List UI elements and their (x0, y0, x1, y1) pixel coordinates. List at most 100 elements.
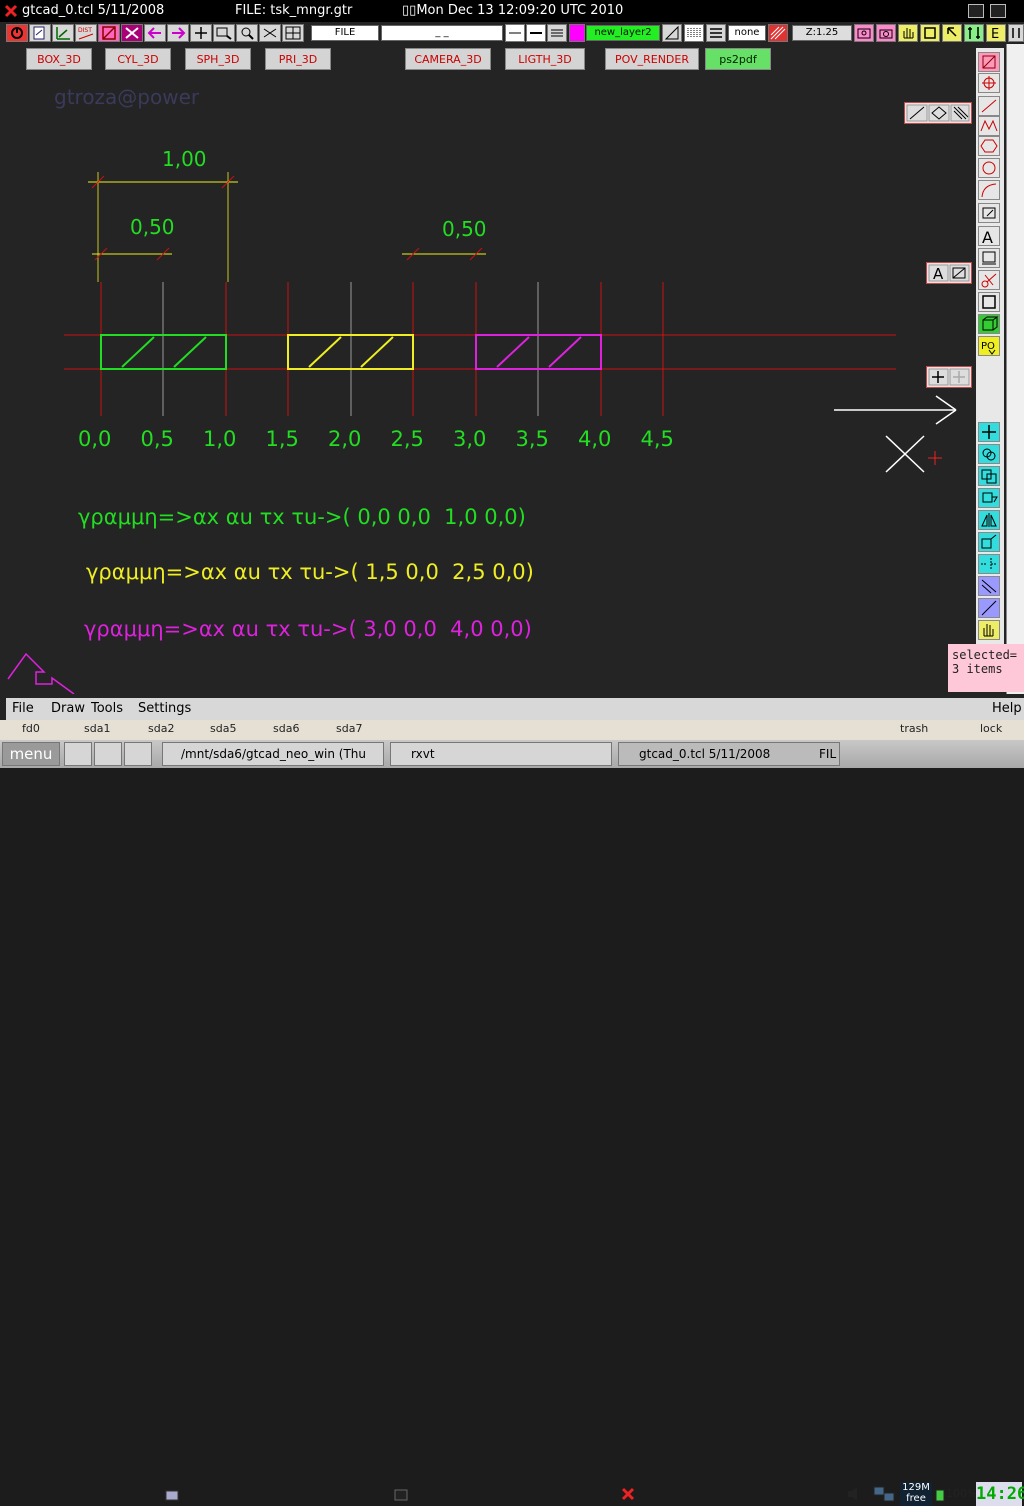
target-icon[interactable] (978, 73, 1000, 93)
menu-bar: File Draw Tools Settings Help (6, 698, 1024, 720)
copy-tool-icon[interactable] (978, 444, 1000, 464)
line-thin-icon[interactable] (505, 24, 525, 42)
right-tool-palette: A PO (976, 48, 1004, 648)
zoom-all-icon[interactable] (236, 24, 258, 42)
minimize-button[interactable] (968, 4, 984, 18)
menu-help[interactable]: Help (992, 701, 1022, 716)
workspace-1[interactable] (64, 742, 92, 766)
line-tool-icon[interactable] (978, 96, 1000, 116)
task-gtcad-suffix: FIL (819, 747, 837, 761)
desktop-item[interactable]: sda1 (84, 722, 110, 735)
network-icon[interactable] (872, 1485, 898, 1505)
redo-arrow-icon[interactable] (167, 24, 189, 42)
svg-text:PO: PO (981, 341, 995, 352)
polyline-tool-icon[interactable] (978, 116, 1000, 136)
erase-icon[interactable] (98, 24, 120, 42)
power-icon[interactable] (6, 24, 28, 42)
layer-name-field[interactable]: new_layer2 (586, 25, 660, 41)
menu-file[interactable]: File (12, 701, 34, 716)
pan-icon[interactable] (190, 24, 212, 42)
zoom-window-icon[interactable] (213, 24, 235, 42)
text-tool-icon[interactable]: A (978, 226, 1000, 247)
extend-tool-icon[interactable] (978, 576, 1000, 596)
menu-settings[interactable]: Settings (138, 701, 191, 716)
layers-icon[interactable] (547, 24, 567, 42)
move-tool-icon[interactable] (978, 422, 1000, 442)
desktop-item[interactable]: fd0 (22, 722, 40, 735)
volume-icon[interactable] (846, 1485, 862, 1503)
hatch-grid-icon[interactable] (684, 24, 704, 42)
linetype-field[interactable]: _ _ (381, 25, 503, 41)
hand-icon[interactable] (898, 24, 918, 42)
file-field[interactable]: FILE (311, 25, 379, 41)
e-button-icon[interactable]: E (986, 24, 1006, 42)
redraw-icon[interactable] (259, 24, 281, 42)
hatch-pattern-icon[interactable] (768, 24, 788, 42)
po-tool-icon[interactable]: PO (978, 336, 1000, 356)
3d-box-icon[interactable] (978, 314, 1000, 334)
dimension-icon[interactable] (662, 24, 682, 42)
task-filemanager[interactable]: /mnt/sda6/gtcad_neo_win (Thu (162, 742, 384, 766)
maximize-button[interactable] (990, 4, 1006, 18)
chart-icon[interactable] (52, 24, 74, 42)
stretch-tool-icon[interactable] (978, 598, 1000, 618)
desktop-item[interactable]: lock (980, 722, 1002, 735)
menu-button[interactable]: menu (2, 742, 60, 766)
menu-draw[interactable]: Draw (51, 701, 85, 716)
open-file-icon[interactable] (29, 24, 51, 42)
line-thick-icon[interactable] (526, 24, 546, 42)
box3d-button[interactable]: BOX_3D (26, 48, 92, 70)
pov-render-button[interactable]: POV_RENDER (605, 48, 699, 70)
rotate-tool-icon[interactable] (978, 488, 1000, 508)
task-rxvt[interactable]: rxvt (390, 742, 612, 766)
desktop-item[interactable]: sda6 (273, 722, 299, 735)
task-gtcad[interactable]: gtcad_0.tcl 5/11/2008 FIL (618, 742, 840, 766)
delete-icon[interactable] (121, 24, 143, 42)
trim-tool-icon[interactable] (978, 554, 1000, 574)
vertical-scrollbar[interactable] (1006, 44, 1024, 694)
window-title: gtcad_0.tcl 5/11/2008 (22, 3, 165, 18)
desktop-item[interactable]: sda2 (148, 722, 174, 735)
scale-tool-icon[interactable] (978, 532, 1000, 552)
polygon-tool-icon[interactable] (978, 136, 1000, 156)
desktop-item[interactable]: sda7 (336, 722, 362, 735)
erase-tool-icon[interactable] (978, 52, 1000, 72)
ligth3d-button[interactable]: LIGTH_3D (505, 48, 585, 70)
rect-tool-icon[interactable] (978, 203, 1000, 223)
undo-arrow-icon[interactable] (144, 24, 166, 42)
tools-right-icon[interactable] (1008, 24, 1024, 42)
clock-datetime: ▯▯Mon Dec 13 12:09:20 UTC 2010 (402, 3, 624, 18)
selection-count: 3 items (952, 662, 1003, 676)
offset-tool-icon[interactable] (978, 466, 1000, 486)
svg-text:A: A (982, 228, 993, 245)
workspace-3[interactable] (124, 742, 152, 766)
drawing-canvas[interactable]: gtroza@power 1,00 0,50 0,50 0,0 0,5 1,0 … (6, 74, 974, 694)
square-tool-icon[interactable] (978, 292, 1000, 312)
desktop-item[interactable]: sda5 (210, 722, 236, 735)
circle-tool-icon[interactable] (978, 158, 1000, 178)
sph3d-button[interactable]: SPH_3D (185, 48, 251, 70)
camera-icon[interactable] (876, 24, 896, 42)
frame-icon[interactable] (920, 24, 940, 42)
color-swatch[interactable] (569, 24, 585, 42)
desktop-item[interactable]: trash (900, 722, 928, 735)
snapshot-icon[interactable] (854, 24, 874, 42)
mirror-tool-icon[interactable] (978, 510, 1000, 530)
arc-tool-icon[interactable] (978, 180, 1000, 200)
move-tool-group (926, 366, 972, 388)
camera3d-button[interactable]: CAMERA_3D (405, 48, 491, 70)
pri3d-button[interactable]: PRI_3D (265, 48, 331, 70)
hand-pan-icon[interactable] (978, 620, 1000, 640)
line-weight-icon[interactable] (706, 24, 726, 42)
cyl3d-button[interactable]: CYL_3D (105, 48, 171, 70)
workspace-2[interactable] (94, 742, 122, 766)
pointer-icon[interactable] (942, 24, 962, 42)
ps2pdf-button[interactable]: ps2pdf (705, 48, 771, 70)
image-tool-icon[interactable] (978, 248, 1000, 268)
menu-tools[interactable]: Tools (91, 701, 123, 716)
grid-icon[interactable] (282, 24, 304, 42)
scissors-icon[interactable] (978, 270, 1000, 290)
dist-icon[interactable]: DIST (75, 24, 97, 42)
tools-icon[interactable] (964, 24, 984, 42)
none-field[interactable]: none (728, 25, 766, 41)
